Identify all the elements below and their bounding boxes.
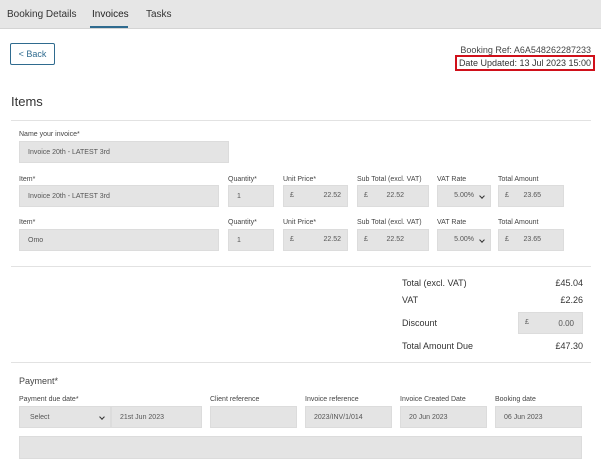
total-amount-label: Total Amount [498, 219, 539, 226]
payment-heading: Payment* [19, 376, 59, 386]
tab-bar: Booking Details Invoices Tasks [0, 0, 601, 29]
unit-price-label: Unit Price* [283, 176, 317, 183]
vat-rate-value: 5.00% [454, 236, 474, 243]
vat-label: VAT [402, 295, 419, 305]
payment-due-date-input[interactable]: 21st Jun 2023 [111, 406, 202, 428]
total-excl-vat-label: Total (excl. VAT) [402, 278, 467, 288]
sub-total-value: 22.52 [386, 192, 404, 199]
discount-label: Discount [402, 318, 438, 328]
item-name-input[interactable]: Invoice 20th - LATEST 3rd [19, 185, 219, 207]
vat-rate-label: VAT Rate [437, 219, 467, 226]
item-label: Item* [19, 176, 36, 183]
client-reference-input[interactable] [210, 406, 297, 428]
divider [11, 120, 591, 121]
booking-ref: Booking Ref: A6A548262287233 [460, 45, 591, 55]
discount-input[interactable]: £ 0.00 [518, 312, 583, 334]
invoice-created-date-value: 20 Jun 2023 [409, 413, 448, 421]
vat-rate-value: 5.00% [454, 192, 474, 199]
sub-total-label: Sub Total (excl. VAT) [357, 176, 422, 183]
item-name-value: Omo [28, 236, 44, 244]
quantity-input[interactable]: 1 [228, 229, 274, 251]
total-amount-input: £ 23.65 [498, 185, 564, 207]
invoice-reference-input[interactable]: 2023/INV/1/014 [305, 406, 392, 428]
vat-value: £2.26 [560, 295, 583, 305]
sub-total-input: £ 22.52 [357, 185, 429, 207]
tab-tasks[interactable]: Tasks [146, 9, 172, 20]
currency-symbol: £ [290, 236, 294, 243]
vat-rate-select[interactable]: 5.00% [437, 185, 491, 207]
unit-price-value: 22.52 [323, 236, 341, 243]
divider [11, 362, 591, 363]
client-reference-label: Client reference [210, 396, 260, 403]
payment-due-select[interactable]: Select [19, 406, 111, 428]
active-tab-indicator [90, 26, 128, 28]
sub-total-input: £ 22.52 [357, 229, 429, 251]
items-heading: Items [11, 94, 43, 109]
quantity-label: Quantity* [228, 219, 257, 226]
sub-total-value: 22.52 [386, 236, 404, 243]
invoice-name-label: Name your invoice* [19, 131, 80, 138]
chevron-down-icon [99, 414, 105, 420]
quantity-label: Quantity* [228, 176, 257, 183]
total-amount-value: 23.65 [523, 192, 541, 199]
tab-invoices[interactable]: Invoices [92, 9, 129, 20]
chevron-down-icon [479, 237, 485, 243]
payment-due-date-label: Payment due date* [19, 396, 79, 403]
back-button[interactable]: < Back [10, 43, 55, 65]
unit-price-input[interactable]: £ 22.52 [283, 229, 348, 251]
vat-rate-label: VAT Rate [437, 176, 467, 183]
total-amount-label: Total Amount [498, 176, 539, 183]
invoice-reference-value: 2023/INV/1/014 [314, 413, 363, 421]
currency-symbol: £ [525, 319, 529, 326]
total-excl-vat-value: £45.04 [555, 278, 583, 288]
invoice-name-value: Invoice 20th - LATEST 3rd [28, 148, 110, 156]
chevron-down-icon [479, 193, 485, 199]
unit-price-input[interactable]: £ 22.52 [283, 185, 348, 207]
invoice-created-date-input[interactable]: 20 Jun 2023 [400, 406, 487, 428]
discount-value: 0.00 [558, 319, 574, 328]
total-amount-value: 23.65 [523, 236, 541, 243]
vat-rate-select[interactable]: 5.00% [437, 229, 491, 251]
currency-symbol: £ [505, 236, 509, 243]
invoice-name-input[interactable]: Invoice 20th - LATEST 3rd [19, 141, 229, 163]
unit-price-value: 22.52 [323, 192, 341, 199]
invoice-created-date-label: Invoice Created Date [400, 396, 466, 403]
booking-date-label: Booking date [495, 396, 536, 403]
currency-symbol: £ [505, 192, 509, 199]
booking-date-input[interactable]: 06 Jun 2023 [495, 406, 582, 428]
item-name-value: Invoice 20th - LATEST 3rd [28, 192, 110, 200]
tab-booking-details[interactable]: Booking Details [7, 9, 76, 20]
currency-symbol: £ [364, 192, 368, 199]
invoice-reference-label: Invoice reference [305, 396, 359, 403]
divider [11, 266, 591, 267]
payment-due-select-value: Select [30, 413, 50, 421]
quantity-value: 1 [237, 236, 241, 244]
currency-symbol: £ [290, 192, 294, 199]
item-name-input[interactable]: Omo [19, 229, 219, 251]
total-amount-due-label: Total Amount Due [402, 341, 474, 351]
unit-price-label: Unit Price* [283, 219, 317, 226]
payment-notes-field[interactable] [19, 436, 582, 459]
currency-symbol: £ [364, 236, 368, 243]
sub-total-label: Sub Total (excl. VAT) [357, 219, 422, 226]
payment-due-date-value: 21st Jun 2023 [120, 413, 164, 421]
total-amount-input: £ 23.65 [498, 229, 564, 251]
date-updated: Date Updated: 13 Jul 2023 15:00 [455, 55, 595, 71]
quantity-input[interactable]: 1 [228, 185, 274, 207]
booking-date-value: 06 Jun 2023 [504, 413, 543, 421]
item-label: Item* [19, 219, 36, 226]
total-amount-due-value: £47.30 [555, 341, 583, 351]
quantity-value: 1 [237, 192, 241, 200]
